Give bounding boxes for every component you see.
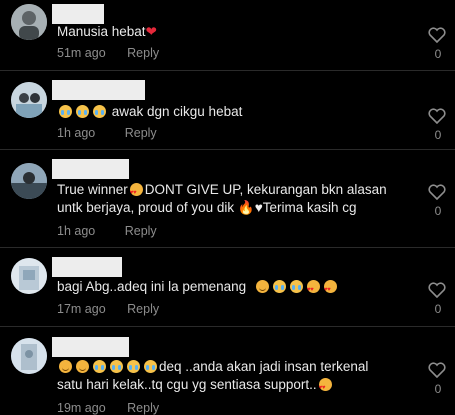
divider bbox=[0, 326, 455, 327]
username-redacted bbox=[52, 80, 145, 100]
comment-meta: 1h ago Reply bbox=[57, 126, 157, 140]
white-heart-icon: ♥ bbox=[254, 200, 263, 215]
comment-text: bagi Abg..adeq ini la pemenang bbox=[57, 278, 405, 299]
like-count: 0 bbox=[434, 302, 442, 316]
avatar[interactable] bbox=[11, 4, 47, 40]
crying-face-icon bbox=[127, 360, 140, 373]
comment-text: awak dgn cikgu hebat bbox=[57, 103, 405, 121]
comment-text: deq ..anda akan jadi insan terkenal satu… bbox=[57, 358, 405, 397]
avatar[interactable] bbox=[11, 163, 47, 199]
divider bbox=[0, 149, 455, 150]
comment-time: 17m ago bbox=[57, 302, 106, 316]
comment-meta: 19m ago Reply bbox=[57, 401, 159, 415]
grinning-face-icon bbox=[255, 280, 269, 293]
like-heart-icon[interactable] bbox=[428, 282, 446, 298]
smiling-face-with-hearts-icon bbox=[318, 378, 332, 397]
like-count: 0 bbox=[434, 128, 442, 142]
crying-face-icon bbox=[93, 105, 106, 118]
username-redacted bbox=[52, 159, 129, 179]
crying-face-icon bbox=[59, 105, 72, 118]
crying-face-icon bbox=[76, 105, 89, 118]
smiling-face-with-hearts-icon bbox=[323, 280, 337, 299]
like-heart-icon[interactable] bbox=[428, 184, 446, 200]
comment-time: 1h ago bbox=[57, 126, 96, 140]
like-count: 0 bbox=[434, 382, 442, 396]
avatar[interactable] bbox=[11, 82, 47, 118]
grinning-face-icon bbox=[76, 360, 89, 373]
reply-button[interactable]: Reply bbox=[127, 46, 159, 60]
like-heart-icon[interactable] bbox=[428, 27, 446, 43]
crying-face-icon bbox=[93, 360, 106, 373]
smiling-face-with-hearts-icon bbox=[306, 280, 320, 299]
avatar[interactable] bbox=[11, 258, 47, 294]
comment-text: True winnerDONT GIVE UP, kekurangan bkn … bbox=[57, 181, 405, 217]
comment-meta: 1h ago Reply bbox=[57, 224, 157, 238]
comment-meta: 17m ago Reply bbox=[57, 302, 159, 316]
comment-time: 19m ago bbox=[57, 401, 106, 415]
username-redacted bbox=[52, 257, 122, 277]
fire-icon: 🔥 bbox=[237, 200, 255, 215]
comment-time: 1h ago bbox=[57, 224, 96, 238]
like-heart-icon[interactable] bbox=[428, 108, 446, 124]
crying-face-icon bbox=[272, 280, 286, 293]
like-count: 0 bbox=[434, 47, 442, 61]
comment-meta: 51m ago Reply bbox=[57, 46, 159, 60]
avatar[interactable] bbox=[11, 338, 47, 374]
comment-time: 51m ago bbox=[57, 46, 106, 60]
reply-button[interactable]: Reply bbox=[125, 224, 157, 238]
grinning-face-icon bbox=[59, 360, 72, 373]
red-heart-icon: ❤ bbox=[145, 24, 157, 39]
smiling-face-with-hearts-icon bbox=[129, 183, 143, 202]
reply-button[interactable]: Reply bbox=[127, 302, 159, 316]
username-redacted bbox=[52, 337, 129, 357]
reply-button[interactable]: Reply bbox=[127, 401, 159, 415]
like-heart-icon[interactable] bbox=[428, 362, 446, 378]
divider bbox=[0, 70, 455, 71]
like-count: 0 bbox=[434, 204, 442, 218]
comment-feed: Manusia hebat❤ 51m ago Reply 0 awak dgn … bbox=[0, 0, 455, 415]
divider bbox=[0, 247, 455, 248]
comment-text: Manusia hebat❤ bbox=[57, 24, 157, 39]
username-redacted bbox=[52, 4, 104, 24]
crying-face-icon bbox=[144, 360, 157, 373]
reply-button[interactable]: Reply bbox=[125, 126, 157, 140]
crying-face-icon bbox=[110, 360, 123, 373]
crying-face-icon bbox=[289, 280, 303, 293]
